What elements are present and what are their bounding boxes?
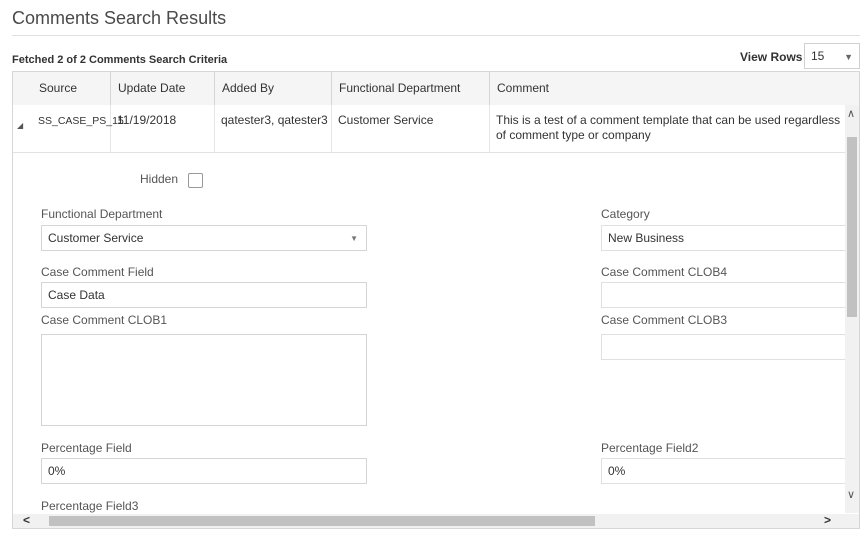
percentage-field2-input[interactable]: 0% [601, 458, 851, 484]
results-grid: Source Update Date Added By Functional D… [12, 71, 860, 529]
column-header-added-by[interactable]: Added By [215, 72, 332, 105]
scroll-down-icon[interactable]: ∨ [847, 488, 855, 501]
case-comment-clob1-textarea[interactable] [41, 334, 367, 426]
cell-added-by: qatester3, qatester3 [215, 105, 332, 152]
case-comment-clob4-label: Case Comment CLOB4 [601, 265, 728, 279]
scroll-up-icon[interactable]: ∧ [847, 107, 855, 120]
percentage-field-input[interactable]: 0% [41, 458, 367, 484]
row-detail-panel: Hidden Functional Department Customer Se… [13, 153, 851, 513]
cell-comment: This is a test of a comment template tha… [496, 113, 841, 142]
column-header-comment[interactable]: Comment [490, 72, 859, 105]
functional-department-value: Customer Service [48, 231, 144, 245]
case-comment-field-label: Case Comment Field [41, 265, 154, 279]
chevron-down-icon: ▼ [350, 234, 358, 243]
column-header-source[interactable]: Source [32, 72, 111, 105]
vertical-scrollbar[interactable]: ∧ ∨ [845, 105, 859, 513]
column-header-functional-department[interactable]: Functional Department [332, 72, 490, 105]
column-header-update-date[interactable]: Update Date [111, 72, 215, 105]
case-comment-field-input[interactable]: Case Data [41, 282, 367, 308]
functional-department-select[interactable]: Customer Service ▼ [41, 225, 367, 251]
case-comment-clob3-label: Case Comment CLOB3 [601, 313, 728, 327]
percentage-field-label: Percentage Field [41, 441, 132, 455]
scroll-left-icon[interactable]: < [23, 513, 30, 527]
case-comment-clob4-field[interactable] [601, 282, 851, 308]
scroll-right-icon[interactable]: > [824, 513, 831, 527]
horizontal-scroll-thumb[interactable] [49, 516, 595, 526]
cell-source: SS_CASE_PS_15 [32, 105, 124, 152]
case-comment-clob3-field[interactable] [601, 334, 851, 360]
view-rows-select[interactable]: 15 ▼ [804, 43, 860, 69]
horizontal-scrollbar[interactable]: < > [13, 513, 859, 528]
cell-update-date: 11/19/2018 [111, 105, 215, 152]
cell-functional-department: Customer Service [332, 105, 490, 152]
fetched-count-text: Fetched 2 of 2 Comments Search Criteria [12, 54, 228, 66]
functional-department-label: Functional Department [41, 207, 163, 221]
view-rows-value: 15 [811, 49, 825, 63]
table-row[interactable]: ◢ SS_CASE_PS_15 11/19/2018 qatester3, qa… [13, 105, 845, 153]
category-label: Category [601, 207, 650, 221]
hidden-label: Hidden [140, 172, 179, 186]
category-field[interactable]: New Business [601, 225, 851, 251]
title-divider [12, 35, 860, 36]
hidden-checkbox[interactable] [188, 173, 203, 188]
chevron-down-icon: ▼ [844, 52, 853, 62]
case-comment-clob1-label: Case Comment CLOB1 [41, 313, 168, 327]
vertical-scroll-thumb[interactable] [847, 137, 857, 317]
expand-triangle-icon[interactable]: ◢ [17, 121, 23, 130]
grid-header: Source Update Date Added By Functional D… [13, 72, 859, 106]
page-title: Comments Search Results [12, 8, 227, 28]
percentage-field3-label: Percentage Field3 [41, 499, 139, 513]
view-rows-label: View Rows [740, 50, 803, 64]
percentage-field2-label: Percentage Field2 [601, 441, 699, 455]
